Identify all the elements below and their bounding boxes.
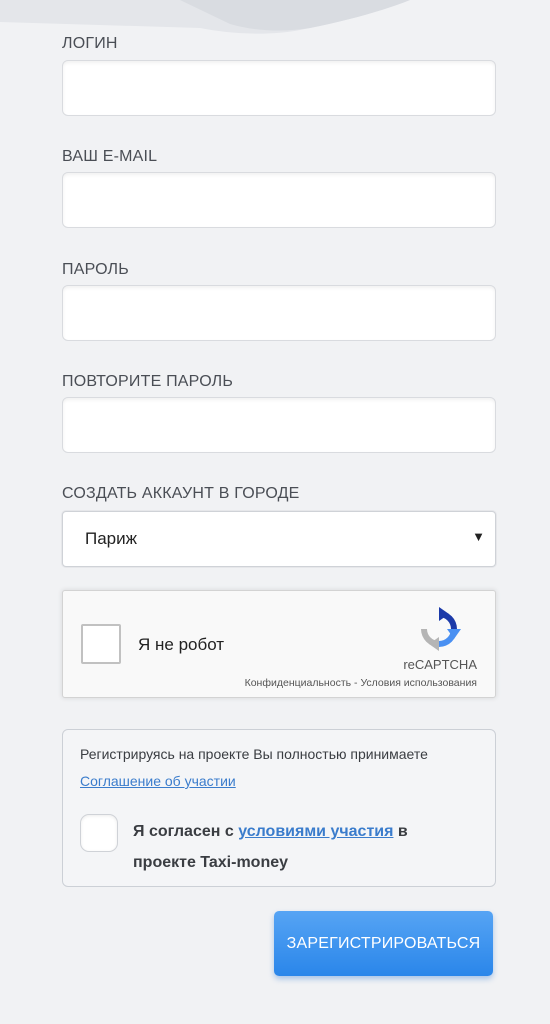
city-select[interactable]: Париж ▼ [62,511,496,567]
register-button[interactable]: ЗАРЕГИСТРИРОВАТЬСЯ [274,911,493,976]
city-select-value: Париж [85,529,137,548]
consent-checkbox[interactable] [80,814,118,852]
login-input[interactable] [62,60,496,116]
recaptcha-brand: reCAPTCHA [403,657,477,672]
recaptcha-links: Конфиденциальность - Условия использован… [245,677,477,689]
repeat-password-input[interactable] [62,397,496,453]
city-label: СОЗДАТЬ АККАУНТ В ГОРОДЕ [62,485,300,502]
consent-prefix: Я согласен с [133,823,239,840]
login-label: ЛОГИН [62,35,118,52]
chevron-down-icon: ▼ [472,529,485,544]
terms-link[interactable]: условиями участия [238,823,393,840]
recaptcha-terms-link[interactable]: Условия использования [360,677,477,689]
recaptcha-widget: Я не робот reCAPTCHA Конфиденциальность … [62,590,496,698]
password-input[interactable] [62,285,496,341]
repeat-password-label: ПОВТОРИТЕ ПАРОЛЬ [62,373,234,390]
password-label: ПАРОЛЬ [62,261,129,278]
captcha-checkbox[interactable] [81,624,121,664]
email-input[interactable] [62,172,496,228]
agreement-text: Регистрируясь на проекте Вы полностью пр… [80,746,428,762]
captcha-label: Я не робот [138,635,225,654]
header-decoration [0,0,550,40]
consent-label: Я согласен с условиями участия в проекте… [133,816,433,878]
agreement-link[interactable]: Соглашение об участии [80,773,236,789]
agreement-box: Регистрируясь на проекте Вы полностью пр… [62,729,496,887]
recaptcha-logo-icon [421,607,461,651]
recaptcha-privacy-link[interactable]: Конфиденциальность [245,677,352,689]
register-button-label: ЗАРЕГИСТРИРОВАТЬСЯ [286,934,481,952]
email-label: ВАШ E-MAIL [62,148,158,165]
